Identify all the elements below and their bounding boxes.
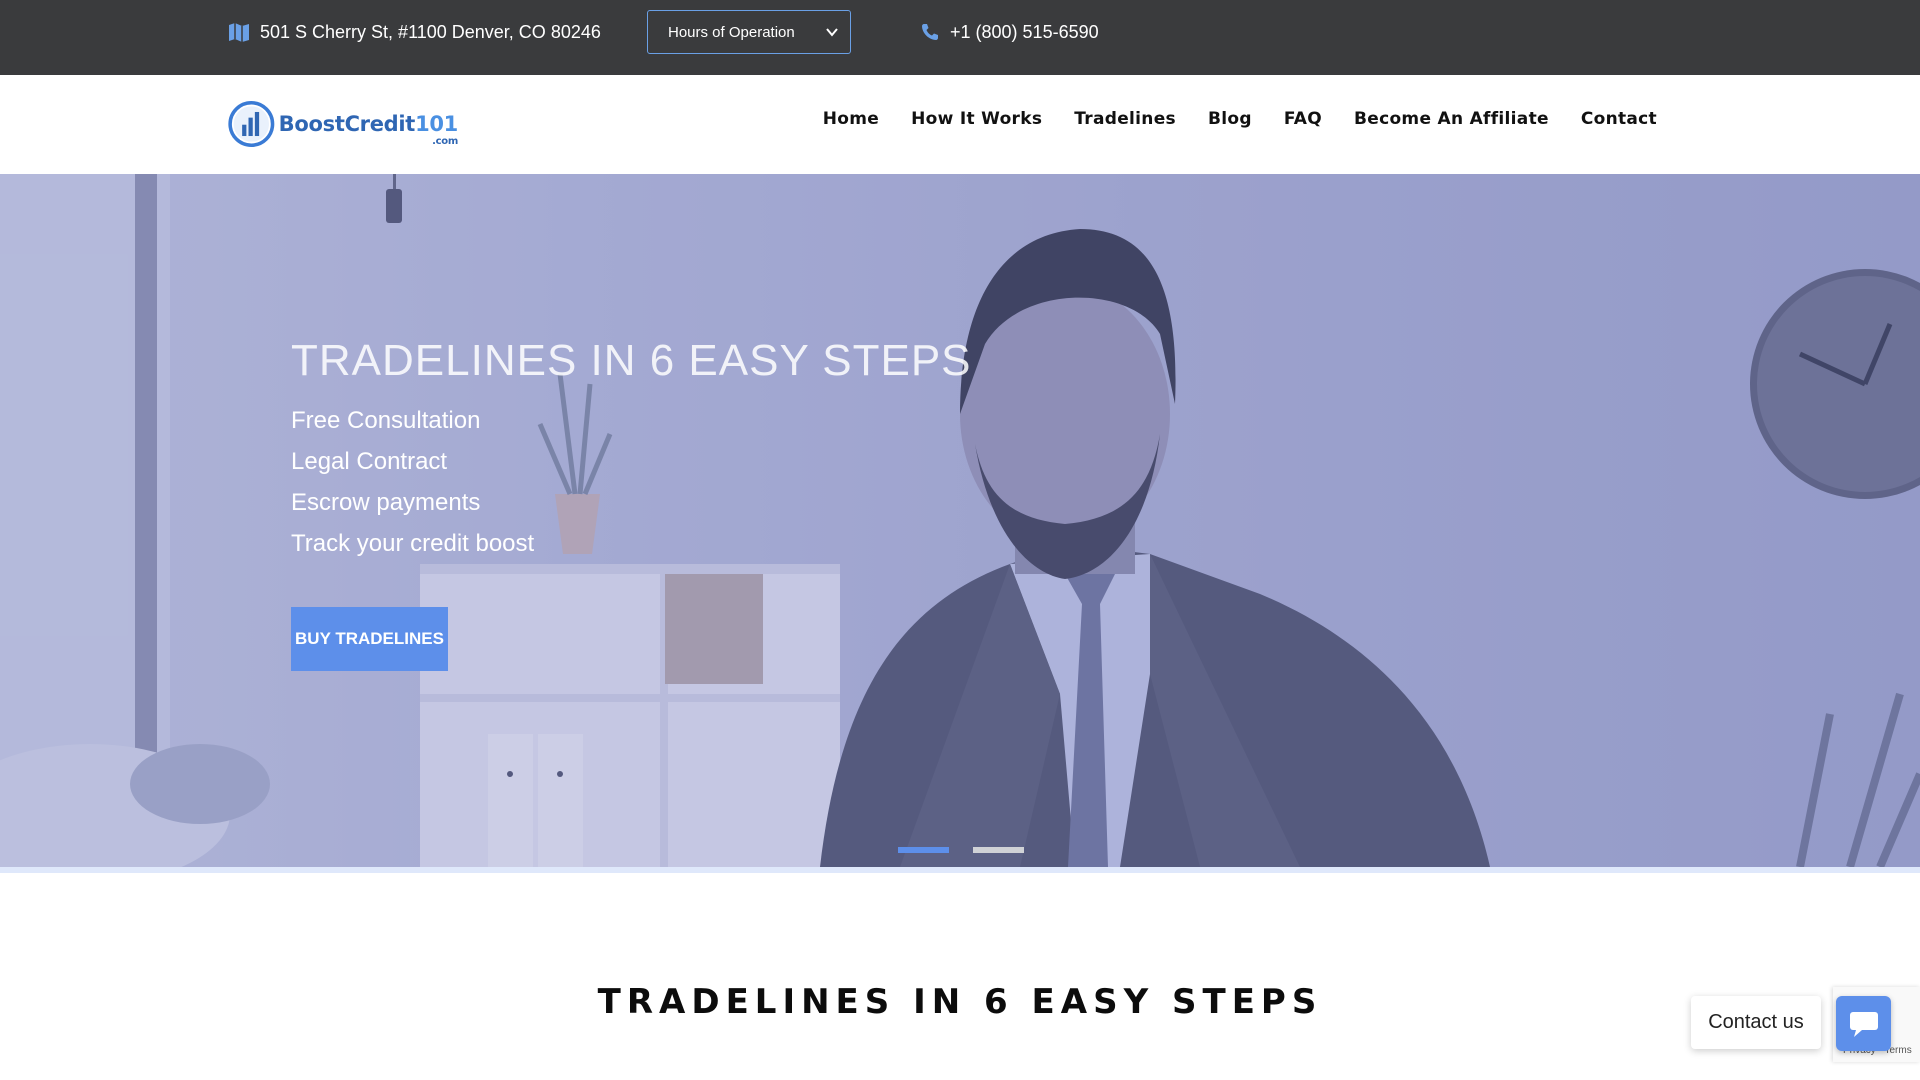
slider-dot-2[interactable] bbox=[973, 847, 1024, 853]
site-logo[interactable]: BoostCredit101 .com bbox=[228, 89, 458, 159]
main-nav: Home How It Works Tradelines Blog FAQ Be… bbox=[823, 109, 1657, 129]
address-block: 501 S Cherry St, #1100 Denver, CO 80246 bbox=[228, 20, 601, 44]
chevron-down-icon bbox=[826, 28, 838, 37]
logo-suffix: .com bbox=[432, 136, 458, 147]
hero-steps-list: Free Consultation Legal Contract Escrow … bbox=[291, 400, 534, 564]
logo-wordmark: BoostCredit101 .com bbox=[278, 112, 459, 147]
address-text: 501 S Cherry St, #1100 Denver, CO 80246 bbox=[260, 21, 601, 42]
hero-title: TRADELINES IN 6 EASY STEPS bbox=[291, 336, 972, 385]
phone-number[interactable]: +1 (800) 515-6590 bbox=[950, 22, 1099, 43]
hours-select-label: Hours of Operation bbox=[668, 23, 795, 41]
slider-dot-1[interactable] bbox=[898, 847, 949, 853]
nav-tradelines[interactable]: Tradelines bbox=[1074, 109, 1176, 129]
nav-blog[interactable]: Blog bbox=[1208, 109, 1252, 129]
top-bar: 501 S Cherry St, #1100 Denver, CO 80246 … bbox=[0, 0, 1920, 75]
nav-become-an-affiliate[interactable]: Become An Affiliate bbox=[1354, 109, 1549, 129]
logo-number: 101 bbox=[415, 112, 458, 136]
hero-step: Track your credit boost bbox=[291, 530, 535, 557]
nav-contact[interactable]: Contact bbox=[1581, 109, 1657, 129]
hours-of-operation-select[interactable]: Hours of Operation bbox=[647, 10, 851, 54]
map-icon bbox=[229, 23, 249, 42]
nav-home[interactable]: Home bbox=[823, 109, 879, 129]
phone-block[interactable]: +1 (800) 515-6590 bbox=[920, 20, 1099, 44]
site-header: BoostCredit101 .com Home How It Works Tr… bbox=[0, 75, 1920, 174]
bar-chart-logo-icon bbox=[228, 101, 275, 147]
hero-overlay bbox=[0, 174, 1920, 867]
nav-faq[interactable]: FAQ bbox=[1284, 109, 1322, 129]
hero-divider bbox=[0, 867, 1920, 873]
chat-bubble-icon bbox=[1849, 1011, 1878, 1037]
hero-slider: TRADELINES IN 6 EASY STEPS Free Consulta… bbox=[0, 174, 1920, 867]
hero-step: Legal Contract bbox=[291, 448, 448, 475]
nav-how-it-works[interactable]: How It Works bbox=[911, 109, 1042, 129]
contact-us-label[interactable]: Contact us bbox=[1691, 996, 1821, 1049]
section-title: TRADELINES IN 6 EASY STEPS bbox=[597, 982, 1323, 1022]
buy-tradelines-button[interactable]: BUY TRADELINES bbox=[291, 607, 448, 671]
logo-name: BoostCredit bbox=[278, 112, 416, 136]
hero-step: Free Consultation bbox=[291, 407, 481, 434]
phone-icon bbox=[922, 24, 938, 40]
chat-button[interactable] bbox=[1836, 996, 1891, 1051]
hero-step: Escrow payments bbox=[291, 489, 481, 516]
